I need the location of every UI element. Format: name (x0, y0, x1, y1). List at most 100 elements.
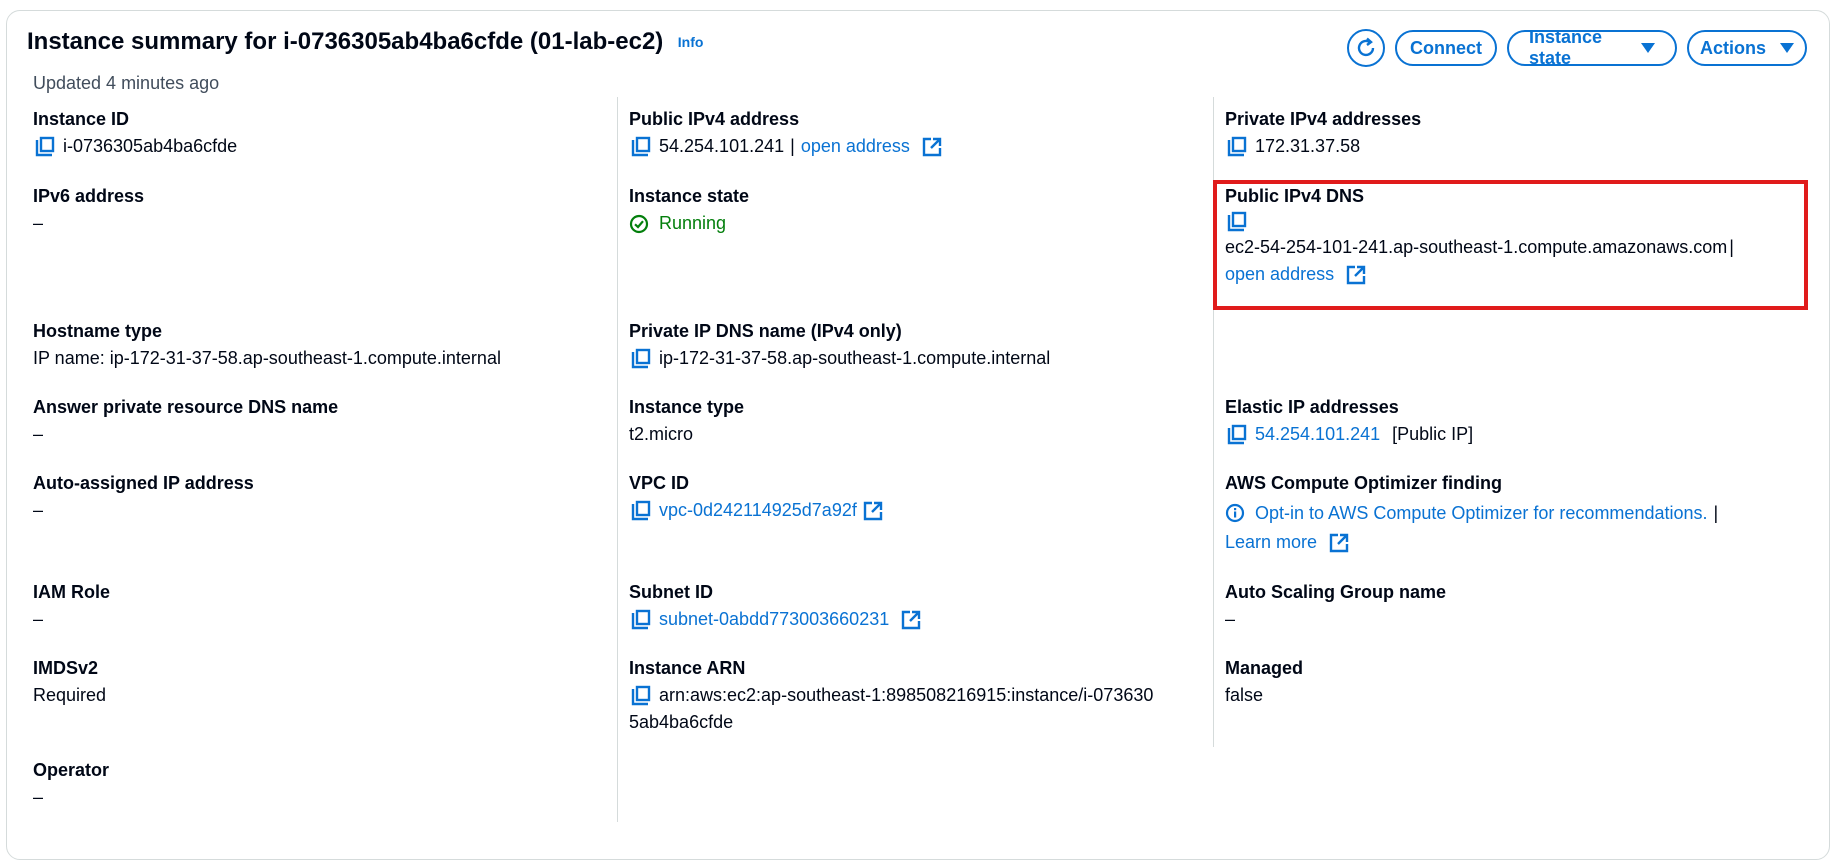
copy-icon[interactable] (629, 499, 653, 523)
field-label: Instance state (629, 186, 750, 206)
copy-icon[interactable] (629, 608, 653, 632)
column-divider (617, 97, 618, 822)
updated-timestamp: Updated 4 minutes ago (33, 73, 220, 93)
page-title: Instance summary for i-0736305ab4ba6cfde… (27, 28, 664, 55)
instance-arn-value-cont: 5ab4ba6cfde (629, 712, 734, 732)
field-hostname-type: Hostname type IP name: ip-172-31-37-58.a… (33, 318, 501, 372)
elastic-ip-suffix: [Public IP] (1392, 424, 1474, 444)
instance-state-value: Running (659, 213, 727, 233)
copy-icon[interactable] (629, 135, 653, 159)
learn-more-link[interactable]: Learn more (1225, 529, 1317, 556)
copy-icon[interactable] (629, 347, 653, 371)
field-label: Answer private resource DNS name (33, 397, 339, 417)
field-instance-id: Instance ID i-0736305ab4ba6cfde (33, 106, 237, 160)
field-label: Private IP DNS name (IPv4 only) (629, 321, 902, 341)
imdsv2-value: Required (33, 685, 107, 705)
refresh-button[interactable] (1347, 29, 1385, 67)
external-link-icon[interactable] (863, 501, 883, 521)
field-operator: Operator – (33, 757, 109, 811)
field-label: Private IPv4 addresses (1225, 109, 1422, 129)
instance-type-value: t2.micro (629, 424, 694, 444)
field-compute-optimizer: AWS Compute Optimizer finding Opt-in to … (1225, 470, 1718, 556)
header-actions: Connect Instance state Actions (1347, 27, 1807, 68)
connect-button[interactable]: Connect (1395, 30, 1497, 66)
private-dns-value: ip-172-31-37-58.ap-southeast-1.compute.i… (659, 348, 1051, 368)
field-label: Elastic IP addresses (1225, 397, 1399, 417)
private-ipv4-value: 172.31.37.58 (1255, 136, 1361, 156)
field-public-dns: Public IPv4 DNS ec2-54-254-101-241.ap-so… (1225, 183, 1734, 288)
public-dns-value: ec2-54-254-101-241.ap-southeast-1.comput… (1225, 237, 1728, 257)
field-instance-state: Instance state Running (629, 183, 749, 237)
field-asg-name: Auto Scaling Group name – (1225, 579, 1446, 633)
external-link-icon[interactable] (1329, 533, 1349, 553)
field-vpc-id: VPC ID vpc-0d242114925d7a92f (629, 470, 883, 524)
instance-state-button[interactable]: Instance state (1507, 27, 1677, 68)
field-label: Instance type (629, 397, 745, 417)
field-instance-type: Instance type t2.micro (629, 394, 744, 448)
subnet-id-link[interactable]: subnet-0abdd773003660231 (659, 606, 889, 633)
field-private-ipv4: Private IPv4 addresses 172.31.37.58 (1225, 106, 1421, 160)
connect-label: Connect (1410, 37, 1482, 58)
copy-icon[interactable] (1225, 135, 1249, 159)
summary-header: Instance summary for i-0736305ab4ba6cfde… (27, 28, 703, 56)
field-label: Hostname type (33, 321, 163, 341)
actions-label: Actions (1700, 37, 1767, 58)
field-label: AWS Compute Optimizer finding (1225, 473, 1502, 493)
copy-icon[interactable] (33, 135, 57, 159)
field-auto-ip: Auto-assigned IP address – (33, 470, 254, 524)
field-elastic-ip: Elastic IP addresses 54.254.101.241 [Pub… (1225, 394, 1473, 448)
field-label: IMDSv2 (33, 658, 99, 678)
separator: | (1729, 237, 1734, 257)
caret-down-icon (1780, 43, 1795, 53)
field-public-ipv4: Public IPv4 address 54.254.101.241 | ope… (629, 106, 942, 160)
field-imdsv2: IMDSv2 Required (33, 655, 106, 709)
operator-value: – (33, 787, 44, 807)
external-link-icon[interactable] (901, 610, 921, 630)
iam-role-value: – (33, 609, 44, 629)
instance-id-value: i-0736305ab4ba6cfde (63, 136, 238, 156)
status-success-icon (629, 214, 649, 233)
field-private-dns: Private IP DNS name (IPv4 only) ip-172-3… (629, 318, 1050, 372)
separator: | (790, 136, 795, 156)
field-label: VPC ID (629, 473, 690, 493)
field-label: Instance ID (33, 109, 130, 129)
field-label: Instance ARN (629, 658, 746, 678)
instance-state-label: Instance state (1529, 27, 1603, 68)
field-label: Public IPv4 address (629, 109, 800, 129)
refresh-icon (1357, 37, 1375, 57)
managed-value: false (1225, 685, 1264, 705)
asg-value: – (1225, 609, 1236, 629)
field-label: IAM Role (33, 582, 111, 602)
copy-icon[interactable] (1225, 423, 1249, 447)
copy-icon[interactable] (1225, 210, 1249, 234)
elastic-ip-link[interactable]: 54.254.101.241 (1255, 421, 1380, 448)
optimizer-opt-in-link[interactable]: Opt-in to AWS Compute Optimizer for reco… (1255, 497, 1708, 529)
open-address-link[interactable]: open address (801, 133, 910, 160)
public-ipv4-value: 54.254.101.241 (659, 136, 785, 156)
open-address-link[interactable]: open address (1225, 261, 1334, 288)
external-link-icon[interactable] (922, 137, 942, 157)
auto-ip-value: – (33, 500, 44, 520)
actions-button[interactable]: Actions (1687, 30, 1807, 66)
field-label: Auto-assigned IP address (33, 473, 254, 493)
field-subnet-id: Subnet ID subnet-0abdd773003660231 (629, 579, 921, 633)
vpc-id-link[interactable]: vpc-0d242114925d7a92f (659, 497, 857, 524)
field-managed: Managed false (1225, 655, 1303, 709)
field-iam-role: IAM Role – (33, 579, 110, 633)
copy-icon[interactable] (629, 684, 653, 708)
field-label: Managed (1225, 658, 1304, 678)
field-ipv6: IPv6 address – (33, 183, 144, 237)
answer-dns-value: – (33, 424, 44, 444)
field-label: Operator (33, 760, 110, 780)
info-circle-icon (1225, 503, 1245, 523)
ipv6-value: – (33, 213, 44, 233)
instance-arn-value: arn:aws:ec2:ap-southeast-1:898508216915:… (659, 685, 1154, 705)
info-link[interactable]: Info (678, 34, 704, 50)
field-label: IPv6 address (33, 186, 145, 206)
field-label: Subnet ID (629, 582, 713, 602)
field-answer-dns: Answer private resource DNS name – (33, 394, 338, 448)
external-link-icon[interactable] (1346, 265, 1366, 285)
field-label: Public IPv4 DNS (1225, 186, 1365, 206)
field-label: Auto Scaling Group name (1225, 582, 1447, 602)
separator: | (1713, 503, 1719, 523)
